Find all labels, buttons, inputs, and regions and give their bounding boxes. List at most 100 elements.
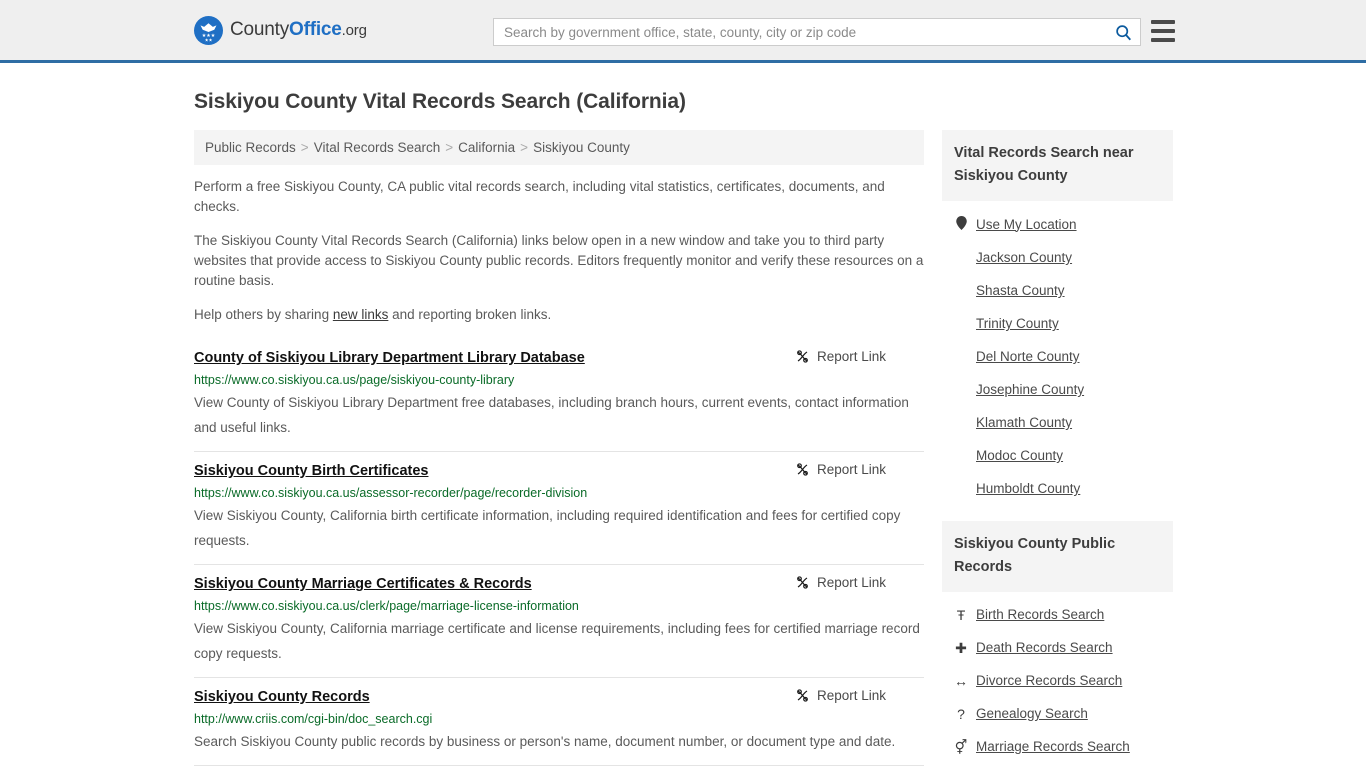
main-column: Public Records > Vital Records Search > Cali… — [194, 130, 924, 766]
sidebar-link-label[interactable]: Divorce Records Search — [976, 673, 1122, 688]
menu-bar-1 — [1151, 20, 1175, 24]
report-link-label: Report Link — [816, 688, 886, 703]
logo-text-county: County — [230, 19, 290, 40]
sidebar-link-label[interactable]: Del Norte County — [976, 349, 1080, 364]
sidebar-link-label[interactable]: Genealogy Search — [976, 706, 1088, 721]
report-link-label: Report Link — [816, 349, 886, 364]
search-button[interactable] — [1106, 19, 1140, 45]
sidebar-item-use-my-location[interactable]: Use My Location — [942, 207, 1173, 241]
sidebar-link-label[interactable]: Death Records Search — [976, 640, 1113, 655]
intro-p3-after: and reporting broken links. — [388, 307, 552, 322]
report-link-label: Report Link — [816, 575, 886, 590]
svg-text:★★: ★★ — [205, 37, 213, 42]
breadcrumb-separator: > — [300, 140, 309, 155]
result-title-link[interactable]: Siskiyou County Birth Certificates — [194, 462, 428, 480]
site-header: ★★★ ★★ CountyOffice.org — [0, 0, 1366, 63]
result-item: County of Siskiyou Library Department Li… — [194, 339, 924, 452]
sidebar-item-josephine-county[interactable]: Josephine County — [942, 373, 1173, 406]
breadcrumb-separator: > — [445, 140, 454, 155]
search-input[interactable] — [494, 19, 1106, 45]
sidebar-item-del-norte-county[interactable]: Del Norte County — [942, 340, 1173, 373]
hamburger-menu-icon[interactable] — [1151, 20, 1175, 42]
breadcrumb: Public Records > Vital Records Search > Cali… — [194, 130, 924, 165]
result-item: Siskiyou County Records Report Link http… — [194, 678, 924, 766]
sidebar-item-birth-records-search[interactable]: Ŧ Birth Records Search — [942, 598, 1173, 631]
sidebar-item-jackson-county[interactable]: Jackson County — [942, 241, 1173, 274]
sidebar-link-label[interactable]: Modoc County — [976, 448, 1063, 463]
location-pin-glyph — [955, 216, 967, 230]
sidebar-item-shasta-county[interactable]: Shasta County — [942, 274, 1173, 307]
result-item: Siskiyou County Birth Certificates Repor… — [194, 452, 924, 565]
breadcrumb-item-california[interactable]: California — [458, 140, 515, 155]
cross-icon: ✚ — [955, 639, 967, 656]
sidebar-item-trinity-county[interactable]: Trinity County — [942, 307, 1173, 340]
intro-paragraph-3: Help others by sharing new links and rep… — [194, 305, 924, 325]
male-female-icon: ⚥ — [954, 738, 968, 755]
new-links-link[interactable]: new links — [333, 307, 389, 322]
sidebar-item-genealogy-search[interactable]: ? Genealogy Search — [942, 697, 1173, 730]
result-description: Search Siskiyou County public records by… — [194, 734, 896, 749]
intro-p3-before: Help others by sharing — [194, 307, 333, 322]
eagle-seal-logo-icon: ★★★ ★★ — [194, 15, 223, 45]
broken-link-icon — [797, 576, 808, 589]
breadcrumb-separator: > — [520, 140, 529, 155]
sidebar-link-label[interactable]: Jackson County — [976, 250, 1072, 265]
logo-text-office: Office — [289, 19, 342, 40]
result-header: Siskiyou County Marriage Certificates & … — [194, 575, 924, 593]
sidebar-link-label[interactable]: Birth Records Search — [976, 607, 1104, 622]
result-header: County of Siskiyou Library Department Li… — [194, 349, 924, 367]
sidebar-item-modoc-county[interactable]: Modoc County — [942, 439, 1173, 472]
breadcrumb-item-siskiyou-county[interactable]: Siskiyou County — [533, 140, 630, 155]
sidebar-link-label[interactable]: Shasta County — [976, 283, 1065, 298]
result-title-link[interactable]: County of Siskiyou Library Department Li… — [194, 349, 585, 367]
result-item: Siskiyou County Marriage Certificates & … — [194, 565, 924, 678]
content-columns: Public Records > Vital Records Search > Cali… — [194, 130, 1173, 766]
menu-bar-2 — [1151, 29, 1175, 33]
report-link-button[interactable]: Report Link — [795, 688, 886, 703]
intro-text: Perform a free Siskiyou County, CA publi… — [194, 177, 924, 325]
report-link-button[interactable]: Report Link — [795, 462, 886, 477]
sidebar-item-death-records-search[interactable]: ✚ Death Records Search — [942, 631, 1173, 664]
broken-link-icon — [797, 463, 808, 476]
result-url: https://www.co.siskiyou.ca.us/page/siski… — [194, 373, 515, 387]
site-logo-link[interactable]: ★★★ ★★ CountyOffice.org — [194, 15, 367, 45]
result-url: http://www.criis.com/cgi-bin/doc_search.… — [194, 712, 433, 726]
page-container: Siskiyou County Vital Records Search (Ca… — [0, 90, 1366, 766]
sidebar-nearby-list: Use My Location Jackson County Shasta Co… — [942, 201, 1173, 505]
search-icon — [1115, 24, 1131, 40]
result-title-link[interactable]: Siskiyou County Records — [194, 688, 370, 706]
report-link-button[interactable]: Report Link — [795, 575, 886, 590]
result-header: Siskiyou County Birth Certificates Repor… — [194, 462, 924, 480]
location-pin-icon — [954, 216, 968, 232]
double-arrow-icon: ↔ — [954, 672, 968, 689]
sidebar-item-divorce-records-search[interactable]: ↔ Divorce Records Search — [942, 664, 1173, 697]
sidebar: Vital Records Search near Siskiyou Count… — [942, 130, 1173, 763]
breadcrumb-item-vital-records-search[interactable]: Vital Records Search — [314, 140, 441, 155]
result-title-link[interactable]: Siskiyou County Marriage Certificates & … — [194, 575, 532, 593]
search-bar — [493, 18, 1141, 46]
baby-icon: Ŧ — [956, 606, 966, 623]
sidebar-link-label[interactable]: Trinity County — [976, 316, 1059, 331]
report-link-label: Report Link — [816, 462, 886, 477]
result-description: View Siskiyou County, California marriag… — [194, 621, 920, 661]
sidebar-item-klamath-county[interactable]: Klamath County — [942, 406, 1173, 439]
sidebar-link-label[interactable]: Use My Location — [976, 217, 1077, 232]
sidebar-link-label[interactable]: Humboldt County — [976, 481, 1080, 496]
sidebar-link-label[interactable]: Marriage Records Search — [976, 739, 1130, 754]
result-description: View Siskiyou County, California birth c… — [194, 508, 901, 548]
sidebar-link-label[interactable]: Josephine County — [976, 382, 1084, 397]
breadcrumb-item-public-records[interactable]: Public Records — [205, 140, 296, 155]
site-logo-text: CountyOffice.org — [230, 19, 367, 41]
sidebar-link-label[interactable]: Klamath County — [976, 415, 1072, 430]
intro-paragraph-2: The Siskiyou County Vital Records Search… — [194, 233, 924, 288]
sidebar-nearby-heading: Vital Records Search near Siskiyou Count… — [942, 130, 1173, 201]
question-mark-icon: ? — [957, 705, 965, 722]
logo-text-org: .org — [341, 22, 367, 39]
result-header: Siskiyou County Records Report Link — [194, 688, 924, 706]
sidebar-item-humboldt-county[interactable]: Humboldt County — [942, 472, 1173, 505]
report-link-button[interactable]: Report Link — [795, 349, 886, 364]
sidebar-item-marriage-records-search[interactable]: ⚥ Marriage Records Search — [942, 730, 1173, 763]
intro-paragraph-1: Perform a free Siskiyou County, CA publi… — [194, 179, 885, 214]
broken-link-icon — [797, 689, 808, 702]
